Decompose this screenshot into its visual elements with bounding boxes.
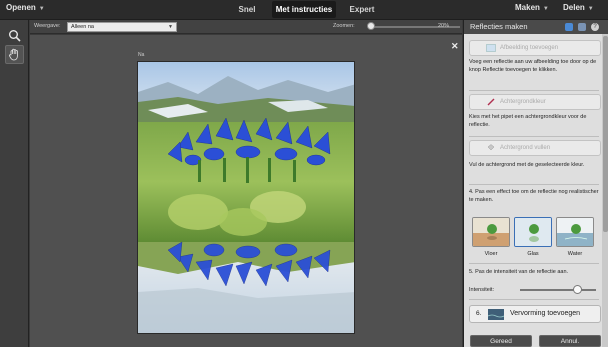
divider: [469, 184, 599, 185]
view-label: Weergave:: [34, 23, 61, 29]
effect-water-label: Water: [567, 251, 583, 257]
top-menu-bar: Openen ▼ Snel Met instructies Expert Make…: [0, 0, 608, 20]
divider: [469, 90, 599, 91]
step1-description: Voeg een reflectie aan uw afbeelding toe…: [469, 59, 597, 73]
fill-background-button[interactable]: Achtergrond vullen: [469, 140, 601, 156]
divider: [469, 136, 599, 137]
water-effect-icon: [557, 218, 593, 246]
effect-water-button[interactable]: [556, 217, 594, 247]
document-tab-label: Na: [138, 52, 145, 58]
tab-expert[interactable]: Expert: [342, 1, 382, 18]
step4-description: 4. Pas een effect toe om de reflectie no…: [469, 189, 599, 203]
zoom-label: Zoomen:: [333, 23, 355, 29]
hand-tool[interactable]: [5, 45, 24, 64]
step3-description: Vul de achtergrond met de geselecteerde …: [469, 162, 585, 168]
cancel-button[interactable]: Annul.: [539, 335, 601, 347]
panel-scrollbar[interactable]: [602, 34, 608, 347]
zoom-icon: [9, 30, 21, 42]
open-label: Openen: [6, 3, 36, 12]
layers-icon[interactable]: [565, 23, 573, 31]
zoom-tool[interactable]: [5, 26, 24, 45]
undo-icon[interactable]: [578, 23, 586, 31]
help-icon[interactable]: ?: [591, 23, 599, 31]
step5-description: 5. Pas de intensiteit van de reflectie a…: [469, 269, 569, 275]
glass-effect-icon: [515, 218, 551, 246]
add-distortion-button[interactable]: 6. Vervorming toevoegen: [469, 305, 601, 323]
zoom-value: 20%: [438, 23, 450, 29]
panel-body: Afbeelding toevoegen Voeg een reflectie …: [464, 34, 602, 347]
create-label: Maken: [515, 3, 540, 12]
fill-background-label: Achtergrond vullen: [500, 145, 551, 151]
paint-bucket-icon: [487, 144, 495, 151]
effect-floor-button[interactable]: [472, 217, 510, 247]
panel-header: Reflecties maken ?: [464, 20, 608, 34]
eyedropper-icon: [487, 98, 495, 106]
intensity-slider-thumb[interactable]: [573, 285, 582, 294]
chevron-down-icon: ▼: [168, 24, 173, 30]
open-menu[interactable]: Openen ▼: [6, 3, 45, 12]
step6-number: 6.: [476, 310, 482, 317]
done-button[interactable]: Gereed: [470, 335, 532, 347]
hand-icon: [9, 48, 18, 61]
guided-panel: Reflecties maken ? Afbeelding toevoegen …: [463, 20, 608, 347]
panel-title: Reflecties maken: [470, 22, 528, 31]
zoom-slider-thumb[interactable]: [367, 22, 375, 30]
create-menu[interactable]: Maken ▼: [515, 3, 549, 12]
photo-image: [138, 62, 354, 333]
effect-floor-label: Vloer: [484, 251, 498, 257]
close-icon[interactable]: ✕: [451, 41, 459, 52]
reflection-photo: [137, 61, 355, 334]
intensity-label: Intensiteit:: [469, 287, 495, 293]
chevron-down-icon: ▼: [542, 6, 549, 12]
scrollbar-thumb[interactable]: [603, 36, 608, 232]
view-options-bar: Weergave: Alleen na ▼ Zoomen: 20%: [30, 20, 462, 34]
image-icon: [486, 44, 496, 52]
intensity-slider-track[interactable]: [520, 289, 596, 291]
effect-glass-button[interactable]: [514, 217, 552, 247]
view-select[interactable]: Alleen na ▼: [67, 22, 177, 32]
share-menu[interactable]: Delen ▼: [563, 3, 594, 12]
add-image-label: Afbeelding toevoegen: [500, 45, 559, 51]
background-color-button[interactable]: Achtergrondkleur: [469, 94, 601, 110]
divider: [469, 263, 599, 264]
tab-guided[interactable]: Met instructies: [272, 1, 336, 18]
floor-effect-icon: [473, 218, 509, 246]
effect-glass-label: Glas: [527, 251, 539, 257]
add-distortion-label: Vervorming toevoegen: [510, 310, 581, 317]
view-select-value: Alleen na: [71, 24, 94, 30]
distortion-icon: [488, 309, 504, 320]
chevron-down-icon: ▼: [38, 6, 45, 12]
background-color-label: Achtergrondkleur: [500, 99, 546, 105]
tab-quick[interactable]: Snel: [228, 1, 266, 18]
share-label: Delen: [563, 3, 585, 12]
divider: [469, 299, 599, 300]
step2-description: Kies met het pipet een achtergrondkleur …: [469, 114, 587, 128]
add-image-button[interactable]: Afbeelding toevoegen: [469, 40, 601, 56]
chevron-down-icon: ▼: [587, 6, 594, 12]
toolbox: [0, 20, 29, 347]
